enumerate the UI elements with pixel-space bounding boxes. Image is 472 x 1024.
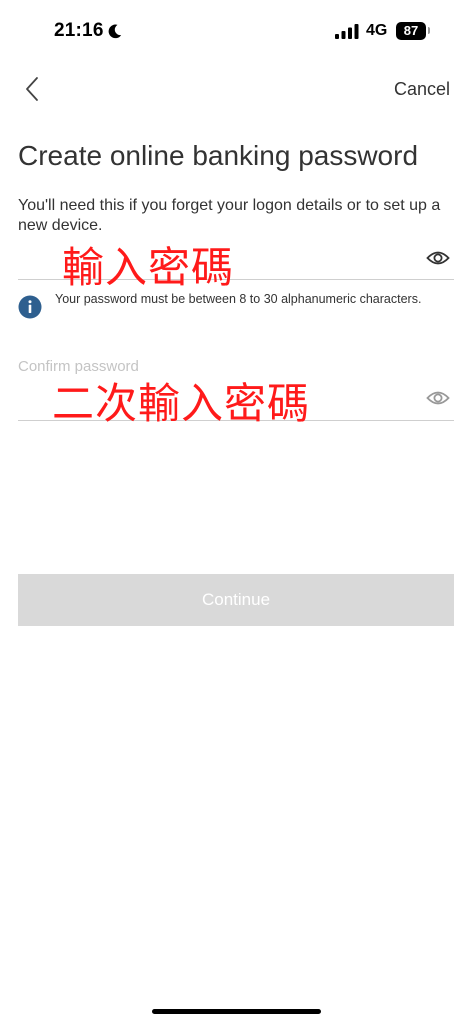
back-button[interactable] [18, 74, 48, 104]
continue-button[interactable]: Continue [18, 574, 454, 626]
cellular-signal-icon [335, 24, 359, 39]
battery-nub [428, 27, 430, 34]
annotation-password: 輸入密碼 [62, 243, 235, 292]
network-label: 4G [366, 22, 388, 39]
eye-icon[interactable] [426, 390, 450, 406]
page-title: Create online banking password [18, 140, 419, 171]
home-indicator[interactable] [152, 1009, 321, 1014]
status-time: 21:16 [54, 20, 104, 41]
chevron-left-icon [26, 77, 38, 101]
annotation-confirm-password: 二次輸入密碼 [52, 379, 311, 428]
moon-icon [108, 24, 122, 39]
cancel-button[interactable]: Cancel [394, 79, 450, 100]
status-bar: 21:16 4G 87 [0, 0, 472, 62]
info-text: Your password must be between 8 to 30 al… [55, 292, 422, 306]
battery-icon: 87 [396, 22, 426, 40]
info-icon [18, 295, 42, 319]
eye-icon[interactable] [426, 250, 450, 266]
page-description: You'll need this if you forget your logo… [18, 197, 441, 234]
